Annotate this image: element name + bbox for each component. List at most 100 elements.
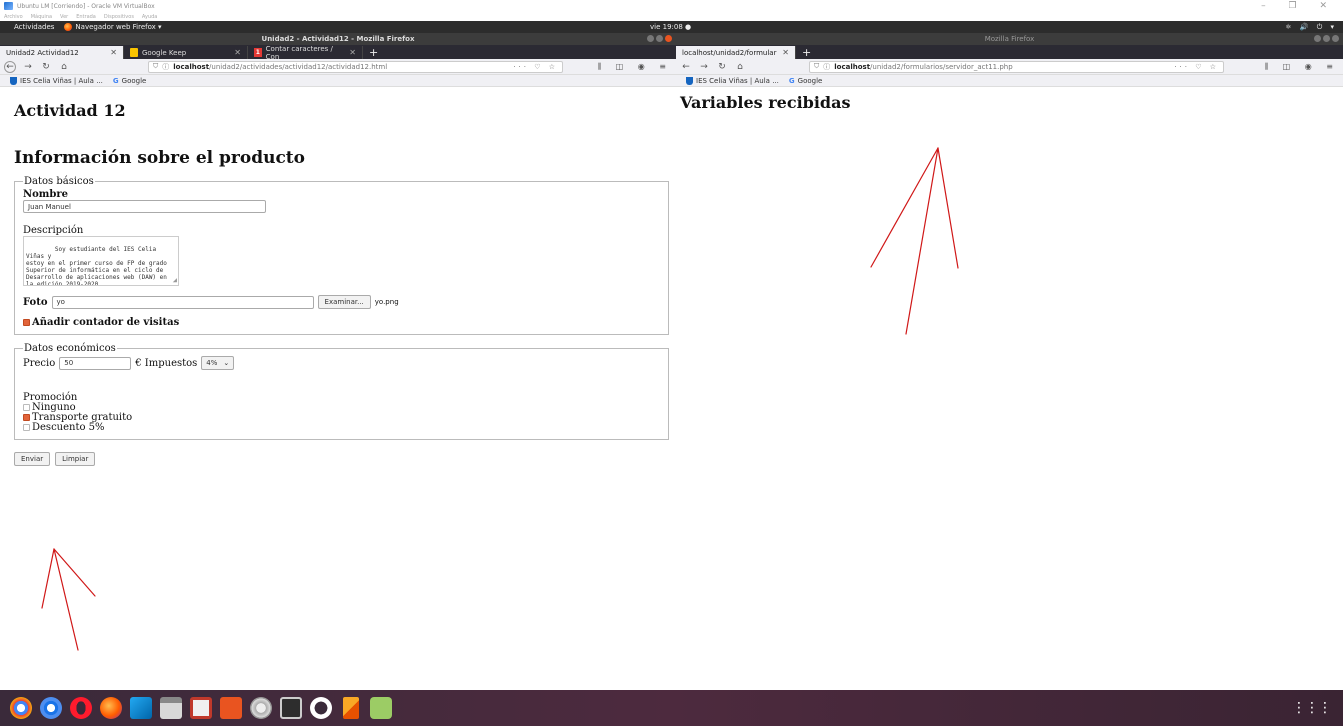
vbox-window-controls[interactable]: – ❐ ✕ [1261, 1, 1337, 11]
tab-close-icon[interactable]: ✕ [349, 48, 356, 57]
clock[interactable]: vie 19:08 ● [650, 23, 691, 31]
close-button[interactable] [1332, 35, 1339, 42]
opera-icon[interactable] [70, 697, 92, 719]
maximize-button[interactable] [1323, 35, 1330, 42]
reload-icon[interactable]: ↻ [40, 61, 52, 73]
tab-label: Unidad2 Actividad12 [6, 48, 79, 57]
tab-label: localhost/unidad2/formular [682, 48, 777, 57]
activities-button[interactable]: Actividades [0, 23, 64, 31]
promo-none-checkbox[interactable] [23, 404, 30, 411]
vscode-icon[interactable] [130, 697, 152, 719]
toolbar-icons[interactable]: ⫼ ◫ ◉ ≡ [1264, 62, 1339, 72]
update-icon[interactable] [310, 697, 332, 719]
contar-caracteres-icon: 1 [254, 48, 262, 57]
vbox-menu-ver[interactable]: Ver [60, 14, 68, 20]
moodle-shield-icon [686, 76, 693, 85]
back-arrow-icon[interactable]: ← [4, 60, 16, 73]
visit-counter-option[interactable]: Añadir contador de visitas [23, 318, 660, 328]
description-label: Descripción [23, 225, 84, 236]
tax-select[interactable]: 4% ⌄ [201, 356, 235, 370]
tracking-shield-icon[interactable]: ⛉ [153, 62, 158, 71]
vbox-menu-maquina[interactable]: Máquina [31, 14, 52, 20]
show-apps-icon[interactable]: ⋮⋮⋮ [1292, 700, 1332, 716]
description-textarea[interactable]: Soy estudiante del IES Celia Viñas y est… [23, 236, 179, 286]
visit-counter-checkbox[interactable] [23, 319, 30, 326]
tab-close-icon[interactable]: ✕ [234, 48, 241, 57]
chrome-icon[interactable] [10, 697, 32, 719]
text-editor-icon[interactable] [190, 697, 212, 719]
basic-data-legend: Datos básicos [24, 176, 94, 187]
sublime-icon[interactable] [343, 697, 359, 719]
minimize-button[interactable] [647, 35, 654, 42]
left-tab-bar: Unidad2 Actividad12 ✕ Google Keep ✕ 1 Co… [0, 44, 676, 61]
submit-button[interactable]: Enviar [14, 452, 51, 466]
software-center-icon[interactable] [220, 697, 242, 719]
home-icon[interactable]: ⌂ [734, 61, 746, 73]
home-icon[interactable]: ⌂ [58, 61, 70, 73]
section-title: Información sobre el producto [14, 148, 306, 168]
maximize-button[interactable] [656, 35, 663, 42]
firefox-dock-icon[interactable] [100, 697, 122, 719]
photo-file-input[interactable]: yo [51, 295, 314, 309]
promo-option-free-shipping[interactable]: Transporte gratuito [23, 413, 660, 423]
bookmark-ies-celia[interactable]: IES Celia Viñas | Aula ... [686, 76, 779, 85]
tab-close-icon[interactable]: ✕ [782, 48, 789, 57]
tab-close-icon[interactable]: ✕ [110, 48, 117, 57]
vbox-menu-dispositivos[interactable]: Dispositivos [104, 14, 134, 20]
tab-google-keep[interactable]: Google Keep ✕ [124, 46, 248, 59]
price-input[interactable]: 50 [59, 356, 132, 370]
tracking-shield-icon[interactable]: ⛉ [814, 62, 819, 71]
economic-data-legend: Datos económicos [24, 343, 116, 354]
vbox-menu-ayuda[interactable]: Ayuda [142, 14, 157, 20]
forward-arrow-icon[interactable]: → [22, 61, 34, 73]
tab-servidor-act11[interactable]: localhost/unidad2/formular ✕ [676, 46, 796, 59]
promo-discount-checkbox[interactable] [23, 424, 30, 431]
minimize-button[interactable] [1314, 35, 1321, 42]
browse-button[interactable]: Examinar... [317, 295, 371, 309]
settings-gear-icon[interactable] [250, 697, 272, 719]
vbox-window-title: Ubuntu LM [Corriendo] - Oracle VM Virtua… [17, 2, 155, 10]
back-arrow-icon[interactable]: ← [680, 61, 692, 73]
right-url-bar[interactable]: ⛉ ⓘ localhost/unidad2/formularios/servid… [809, 60, 1224, 73]
chromium-icon[interactable] [40, 697, 62, 719]
price-label: Precio [23, 357, 56, 369]
page-actions-icons[interactable]: ··· ♡ ☆ [513, 63, 558, 71]
page-title: Actividad 12 [14, 101, 126, 120]
image-viewer-icon[interactable] [370, 697, 392, 719]
forward-arrow-icon[interactable]: → [698, 61, 710, 73]
files-icon[interactable] [160, 697, 182, 719]
left-window-title: Unidad2 - Actividad12 - Mozilla Firefox [261, 35, 415, 43]
tab-contar-caracteres[interactable]: 1 Contar caracteres / Con ✕ [248, 44, 363, 61]
system-menu[interactable]: ⚛ 🔊 ⏻ ▾ [1285, 23, 1337, 32]
bookmark-google[interactable]: G Google [113, 77, 146, 85]
terminal-icon[interactable] [280, 697, 302, 719]
url-host: localhost [173, 62, 210, 71]
bookmark-ies-celia[interactable]: IES Celia Viñas | Aula ... [10, 76, 103, 85]
new-tab-button[interactable]: + [363, 46, 384, 59]
virtualbox-icon [4, 2, 13, 10]
vbox-title-bar: Ubuntu LM [Corriendo] - Oracle VM Virtua… [0, 0, 1343, 12]
close-button[interactable] [665, 35, 672, 42]
site-info-icon[interactable]: ⓘ [162, 62, 169, 72]
bookmark-google[interactable]: G Google [789, 77, 822, 85]
toolbar-icons[interactable]: ⫼ ◫ ◉ ≡ [597, 62, 672, 72]
left-url-bar[interactable]: ⛉ ⓘ localhost/unidad2/actividades/activi… [148, 60, 563, 73]
promo-option-discount[interactable]: Descuento 5% [23, 423, 660, 433]
promo-free-shipping-checkbox[interactable] [23, 414, 30, 421]
name-input[interactable]: Juan Manuel [23, 200, 266, 213]
google-g-icon: G [112, 76, 119, 85]
promotion-label: Promoción [23, 392, 78, 403]
app-menu[interactable]: Navegador web Firefox ▾ [64, 23, 162, 31]
vbox-menu-archivo[interactable]: Archivo [4, 14, 23, 20]
tab-label: Contar caracteres / Con [265, 44, 333, 61]
vbox-menu-entrada[interactable]: Entrada [76, 14, 96, 20]
tax-label: € Impuestos [135, 357, 198, 369]
reset-button[interactable]: Limpiar [55, 452, 96, 466]
site-info-icon[interactable]: ⓘ [823, 62, 830, 72]
page-actions-icons[interactable]: ··· ♡ ☆ [1174, 63, 1219, 71]
new-tab-button[interactable]: + [796, 46, 817, 59]
left-nav-bar: ← → ↻ ⌂ ⛉ ⓘ localhost/unidad2/actividade… [0, 59, 676, 75]
resize-grip-icon[interactable]: ◢ [173, 277, 177, 284]
tab-actividad12[interactable]: Unidad2 Actividad12 ✕ [0, 46, 124, 59]
reload-icon[interactable]: ↻ [716, 61, 728, 73]
